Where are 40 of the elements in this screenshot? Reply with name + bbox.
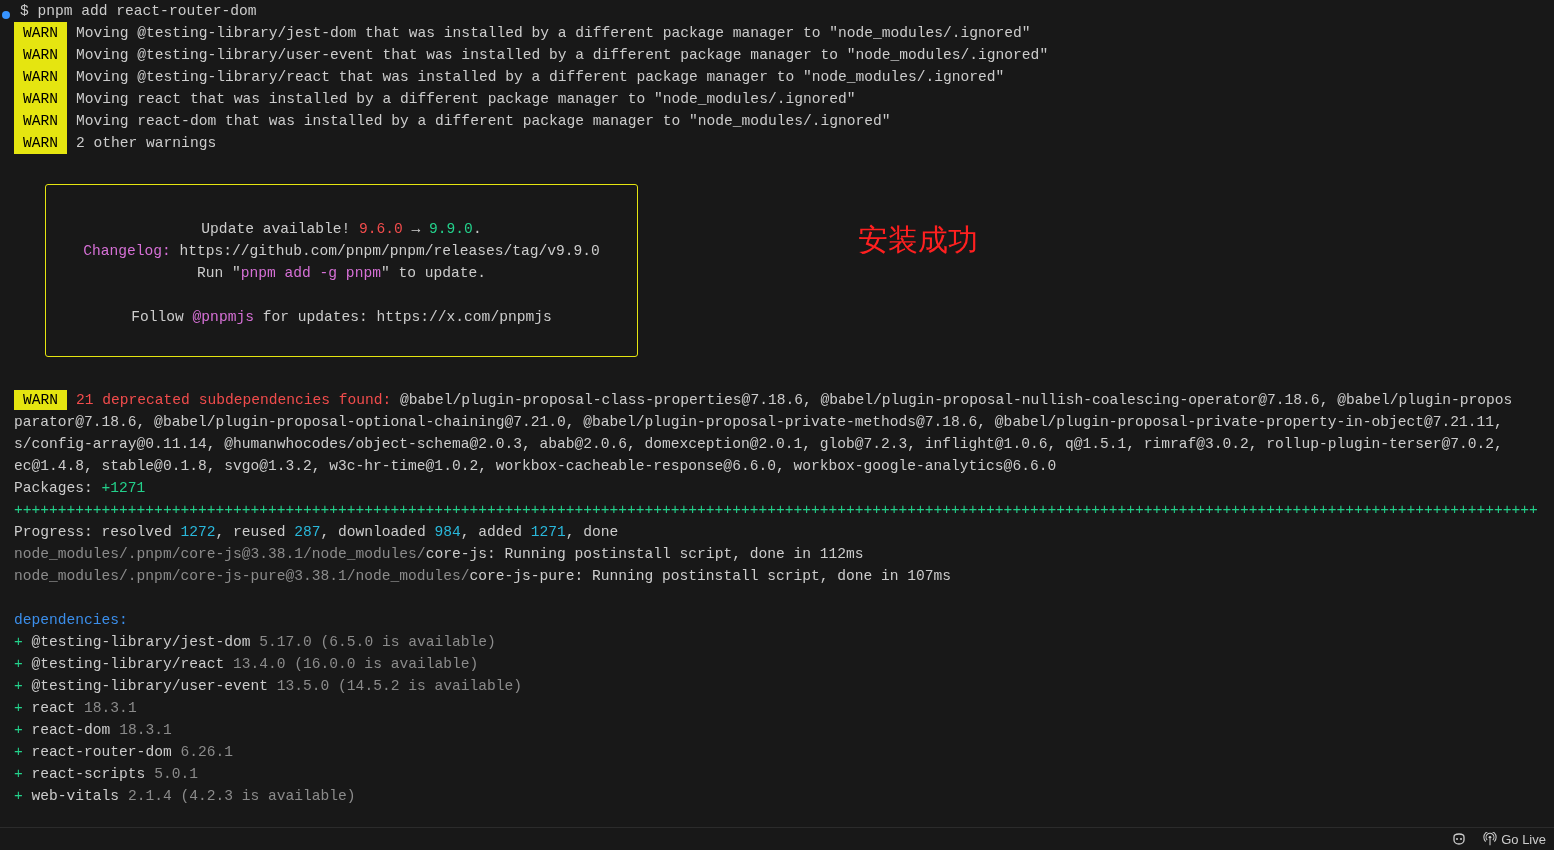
go-live-button[interactable]: Go Live [1481,831,1548,847]
annotation-text: 安装成功 [858,222,978,258]
dependency-line: + react-dom 18.3.1 [14,722,172,738]
dependency-line: + @testing-library/react 13.4.0 (16.0.0 is available) [14,656,479,672]
warning-label: WARN [14,44,68,66]
dependency-line: + react-router-dom 6.26.1 [14,744,233,760]
update-notice-line: Changelog: https://github.com/pnpm/pnpm/releases/tag/v9.9.0 [83,242,600,261]
deprecation-message: parator@7.18.6, @babel/plugin-proposal-optional-chaining@7.21.0, @babel/plugin-proposal-private-methods@7.18.6, @babel/plugin-proposal-private-property-in-object@7.21.11, [14,414,1503,430]
warning-label: WARN [14,390,68,410]
dependency-line: + react 18.3.1 [14,700,137,716]
dependency-line: + @testing-library/user-event 13.5.0 (14.5.2 is available) [14,678,523,694]
update-notice-line: Run "pnpm add -g pnpm" to update. [197,264,486,283]
output-line: node_modules/.pnpm/core-js@3.38.1/node_modules/core-js: Running postinstall script, done in 112ms [14,546,864,562]
output-line: node_modules/.pnpm/core-js-pure@3.38.1/node_modules/core-js-pure: Running postinstall script, done in 107ms [14,568,952,584]
warning-message: Moving @testing-library/user-event that was installed by a different package manager to "node_modules/.ignored" [76,47,1049,63]
dependency-line: + react-scripts 5.0.1 [14,766,198,782]
update-notice-line: Follow @pnpmjs for updates: https://x.com/pnpmjs [131,308,552,327]
warning-message: Moving @testing-library/react that was installed by a different package manager to "node_modules/.ignored" [76,69,1005,85]
deprecation-message: s/config-array@0.11.14, @humanwhocodes/object-schema@2.0.3, abab@2.0.6, domexception@2.0.1, glob@7.2.3, inflight@1.0.6, q@1.5.1, rimraf@3.0.2, rollup-plugin-terser@7.0.2, [14,436,1503,452]
warning-message: Moving @testing-library/jest-dom that was installed by a different package manager to "node_modules/.ignored" [76,25,1031,41]
warning-label: WARN [14,88,68,110]
warning-message: 2 other warnings [76,135,217,151]
dependencies-heading: dependencies: [14,612,128,628]
warning-label: WARN [14,132,68,154]
warning-label: WARN [14,66,68,88]
warning-message: Moving react that was installed by a different package manager to "node_modules/.ignored" [76,91,856,107]
update-notice-line: Update available! 9.6.0 → 9.9.0. [201,220,482,239]
dependency-line: + web-vitals 2.1.4 (4.2.3 is available) [14,788,356,804]
output-line: Progress: resolved 1272, reused 287, downloaded 984, added 1271, done [14,524,619,540]
command-status-dot [2,11,10,19]
deprecation-message: ec@1.4.8, stable@0.1.8, svgo@1.3.2, w3c-hr-time@1.0.2, workbox-cacheable-response@6.6.0, workbox-google-analytics@6.6.0 [14,458,1057,474]
warning-message: Moving react-dom that was installed by a different package manager to "node_modules/.ignored" [76,113,891,129]
output-line: ++++++++++++++++++++++++++++++++++++++++++++++++++++++++++++++++++++++++++++++++++++++++++++++++++++++++++++++++++++++++++++++++++++++++++++++++++++++++++++++++++++++++++++++ [14,502,1538,518]
command-line: $ pnpm add react-router-dom [20,3,257,19]
dependency-line: + @testing-library/jest-dom 5.17.0 (6.5.0 is available) [14,634,496,650]
deprecation-message: 21 deprecated subdependencies found: @babel/plugin-proposal-class-properties@7.18.6, @babel/plugin-proposal-nullish-coalescing-operator@7.18.6, @babel/plugin-propos [76,392,1513,408]
output-line: Packages: +1271 [14,480,146,496]
warning-label: WARN [14,110,68,132]
warning-label: WARN [14,22,68,44]
broadcast-icon [1483,832,1498,846]
